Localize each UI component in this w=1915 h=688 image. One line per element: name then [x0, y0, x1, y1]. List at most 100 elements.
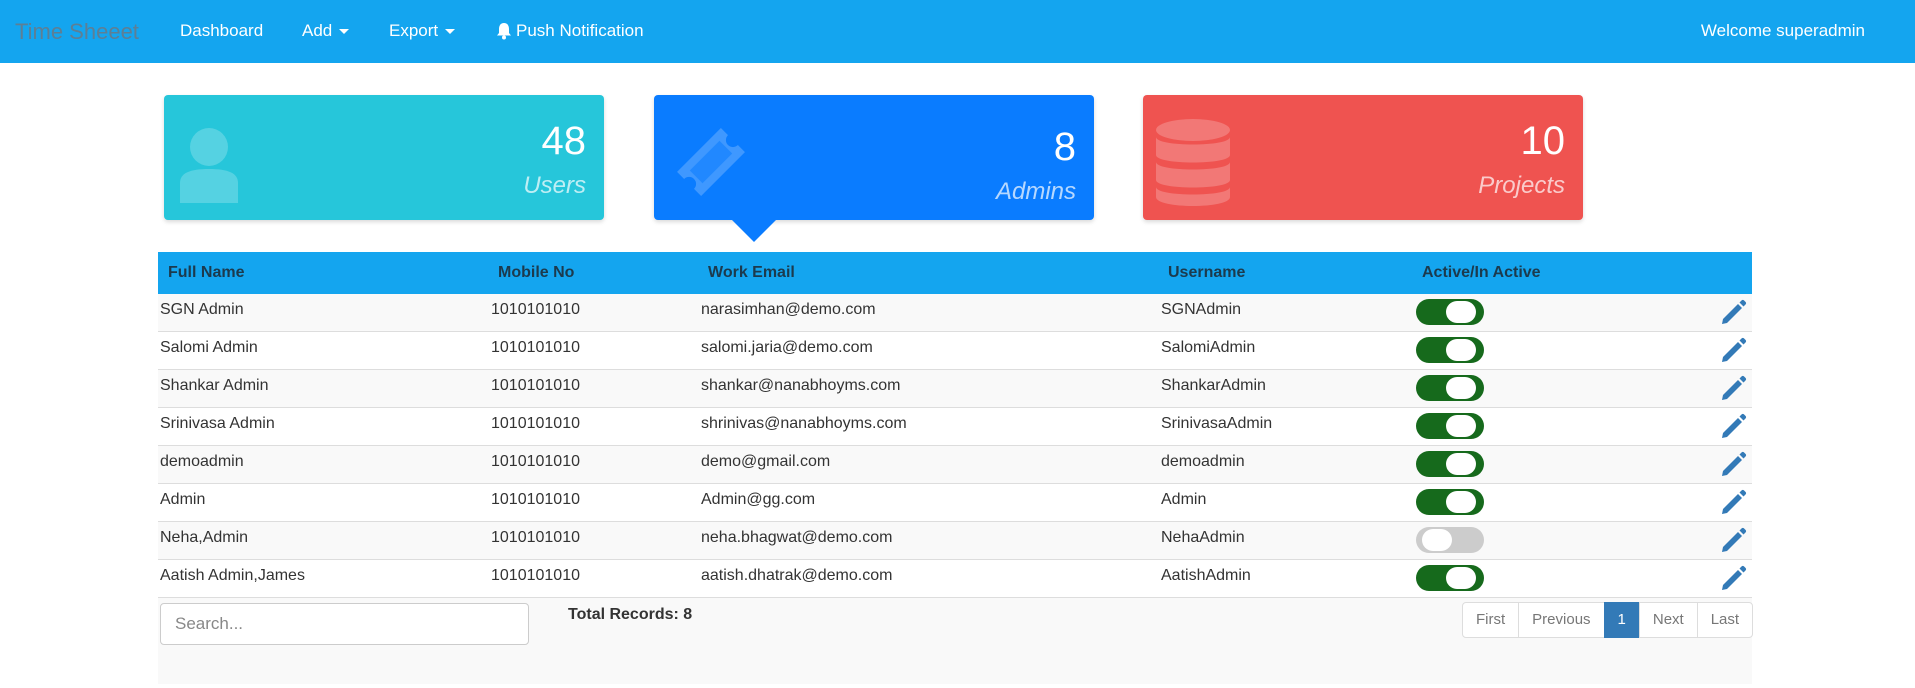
- cell-email: demo@gmail.com: [701, 453, 831, 470]
- table-row: Aatish Admin,James 1010101010 aatish.dhatr…: [158, 560, 1752, 598]
- pagination-first[interactable]: First: [1462, 602, 1520, 638]
- nav-add-label: Add: [302, 21, 333, 40]
- cell-mobile: 1010101010: [491, 491, 580, 508]
- cell-email: Admin@gg.com: [701, 491, 816, 508]
- cell-username: Admin: [1161, 491, 1207, 508]
- edit-pencil-icon[interactable]: [1718, 564, 1748, 594]
- caret-down-icon: [445, 28, 456, 34]
- toggle-knob: [1446, 301, 1476, 323]
- cell-mobile: 1010101010: [491, 529, 580, 546]
- pagination-1[interactable]: 1: [1603, 602, 1640, 638]
- users-label: Users: [523, 172, 586, 199]
- nav-push-label: Push Notification: [516, 21, 644, 40]
- users-count: 48: [541, 119, 587, 163]
- cell-mobile: 1010101010: [491, 453, 580, 470]
- cell-username: ShankarAdmin: [1161, 377, 1266, 394]
- cell-full-name: Shankar Admin: [160, 377, 269, 394]
- nav-export-label: Export: [389, 21, 439, 40]
- header-email[interactable]: Work Email: [708, 264, 795, 282]
- cell-email: neha.bhagwat@demo.com: [701, 529, 893, 546]
- cell-mobile: 1010101010: [491, 339, 580, 356]
- active-toggle[interactable]: [1416, 337, 1484, 363]
- brand-logo[interactable]: Time Sheeet: [15, 19, 139, 45]
- total-records: Total Records: 8: [568, 606, 693, 623]
- edit-pencil-icon[interactable]: [1718, 526, 1748, 556]
- edit-pencil-icon[interactable]: [1718, 488, 1748, 518]
- projects-count: 10: [1520, 119, 1566, 163]
- nav-export-dropdown[interactable]: Export: [389, 21, 456, 41]
- edit-pencil-icon[interactable]: [1718, 374, 1748, 404]
- toggle-knob: [1446, 567, 1476, 589]
- database-icon: [1156, 119, 1230, 206]
- ticket-icon: [677, 128, 745, 196]
- cell-email: salomi.jaria@demo.com: [701, 339, 873, 356]
- edit-pencil-icon[interactable]: [1718, 298, 1748, 328]
- active-toggle[interactable]: [1416, 413, 1484, 439]
- nav-push-notification[interactable]: Push Notification: [496, 21, 644, 41]
- user-icon: [180, 128, 238, 203]
- pagination: First Previous 1 Next Last: [1462, 602, 1754, 638]
- cell-full-name: demoadmin: [160, 453, 244, 470]
- table-row: demoadmin 1010101010 demo@gmail.com demoadm…: [158, 446, 1752, 484]
- cell-username: SrinivasaAdmin: [1161, 415, 1273, 432]
- header-username[interactable]: Username: [1168, 264, 1245, 282]
- toggle-knob: [1446, 491, 1476, 513]
- cell-full-name: Neha,Admin: [160, 529, 249, 546]
- table-row: SGN Admin 1010101010 narasimhan@demo.com SG…: [158, 294, 1752, 332]
- cell-username: NehaAdmin: [1161, 529, 1245, 546]
- header-full-name[interactable]: Full Name: [168, 264, 244, 282]
- top-navbar: Time Sheeet Dashboard Add Export Push No…: [0, 0, 1915, 63]
- edit-pencil-icon[interactable]: [1718, 336, 1748, 366]
- projects-label: Projects: [1478, 172, 1565, 199]
- pagination-previous[interactable]: Previous: [1518, 602, 1605, 638]
- bell-icon: [497, 23, 511, 40]
- table-row: Admin 1010101010 Admin@gg.com Admin: [158, 484, 1752, 522]
- toggle-knob: [1446, 453, 1476, 475]
- cell-mobile: 1010101010: [491, 377, 580, 394]
- edit-pencil-icon[interactable]: [1718, 450, 1748, 480]
- nav-add-dropdown[interactable]: Add: [302, 21, 350, 41]
- active-toggle[interactable]: [1416, 527, 1484, 553]
- pagination-next[interactable]: Next: [1638, 602, 1698, 638]
- welcome-user[interactable]: Welcome superadmin: [1701, 21, 1865, 41]
- cell-full-name: Srinivasa Admin: [160, 415, 275, 432]
- table-row: Shankar Admin 1010101010 shankar@nanabhoym…: [158, 370, 1752, 408]
- cell-full-name: Aatish Admin,James: [160, 567, 305, 584]
- admins-table: Full Name Mobile No Work Email Username …: [158, 252, 1754, 684]
- cell-full-name: SGN Admin: [160, 301, 244, 318]
- cell-mobile: 1010101010: [491, 301, 580, 318]
- header-mobile[interactable]: Mobile No: [498, 264, 574, 282]
- search-input[interactable]: [160, 603, 529, 645]
- toggle-knob: [1446, 339, 1476, 361]
- active-toggle[interactable]: [1416, 375, 1484, 401]
- nav-dashboard[interactable]: Dashboard: [180, 21, 263, 41]
- cell-email: shankar@nanabhoyms.com: [701, 377, 901, 394]
- cell-mobile: 1010101010: [491, 415, 580, 432]
- table-row: Srinivasa Admin 1010101010 shrinivas@nanab…: [158, 408, 1752, 446]
- active-toggle[interactable]: [1416, 451, 1484, 477]
- admins-count: 8: [1053, 125, 1076, 169]
- caret-down-icon: [339, 28, 350, 34]
- edit-pencil-icon[interactable]: [1718, 412, 1748, 442]
- table-row: Salomi Admin 1010101010 salomi.jaria@demo.…: [158, 332, 1752, 370]
- projects-card[interactable]: 10 Projects: [1143, 95, 1583, 220]
- header-active[interactable]: Active/In Active: [1422, 264, 1541, 282]
- cell-email: aatish.dhatrak@demo.com: [701, 567, 893, 584]
- active-toggle[interactable]: [1416, 565, 1484, 591]
- cell-mobile: 1010101010: [491, 567, 580, 584]
- admins-label: Admins: [995, 178, 1076, 205]
- selected-card-pointer: [732, 220, 776, 242]
- active-toggle[interactable]: [1416, 489, 1484, 515]
- cell-username: AatishAdmin: [1161, 567, 1251, 584]
- pagination-last[interactable]: Last: [1696, 602, 1754, 638]
- toggle-knob: [1446, 377, 1476, 399]
- toggle-knob: [1446, 415, 1476, 437]
- cell-full-name: Salomi Admin: [160, 339, 258, 356]
- cell-email: narasimhan@demo.com: [701, 301, 876, 318]
- active-toggle[interactable]: [1416, 299, 1484, 325]
- users-card[interactable]: 48 Users: [164, 95, 604, 220]
- admins-card[interactable]: 8 Admins: [654, 95, 1094, 242]
- cell-username: SGNAdmin: [1161, 301, 1242, 318]
- cell-username: demoadmin: [1161, 453, 1245, 470]
- cell-username: SalomiAdmin: [1161, 339, 1256, 356]
